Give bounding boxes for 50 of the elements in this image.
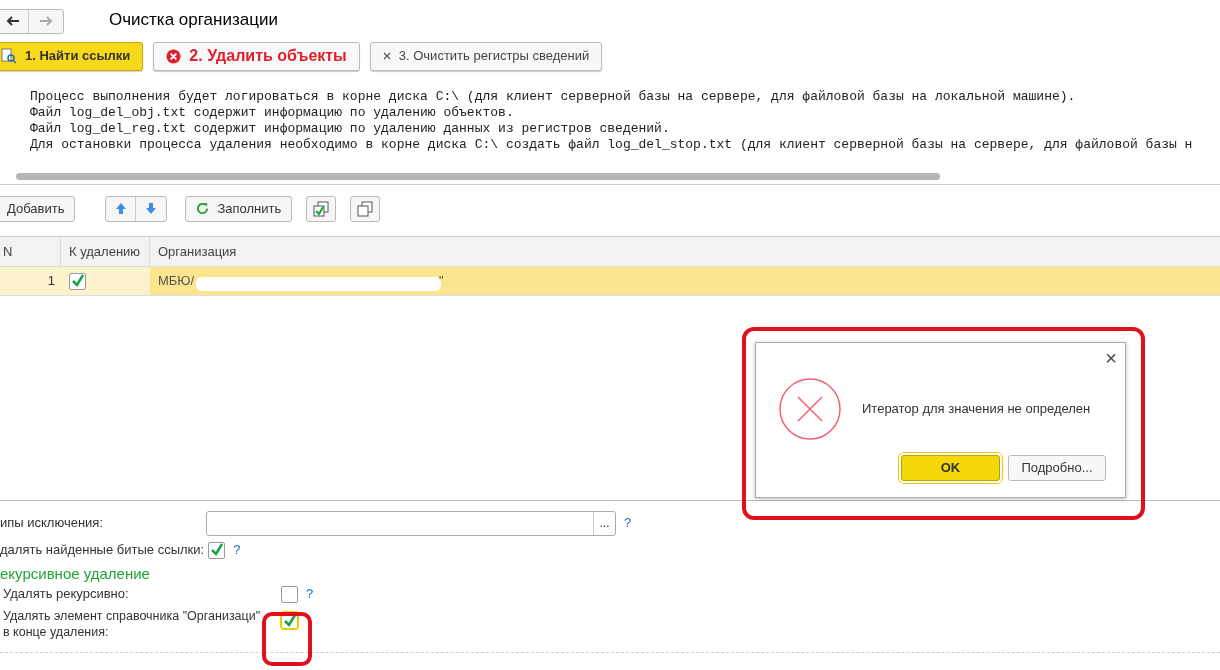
back-arrow-icon [5, 16, 20, 26]
step-button[interactable]: 2. Удалить объекты [153, 41, 360, 71]
checkbox[interactable] [208, 541, 226, 559]
up-arrow-icon [114, 202, 127, 215]
help-link[interactable]: ? [306, 584, 314, 604]
field-label: Удалять элемент справочника "Организаци" [3, 608, 261, 624]
help-link[interactable]: ? [624, 513, 632, 533]
field-label: в конце удаления: [3, 624, 109, 640]
close-icon [382, 52, 391, 60]
field-label: далять найденные битые ссылки: [0, 541, 205, 560]
refresh-icon [196, 202, 210, 215]
table-cell-text: " [439, 272, 444, 291]
column-header[interactable]: К удалению [61, 237, 150, 266]
checkbox[interactable] [281, 585, 298, 603]
window-title: Очистка организации [109, 9, 278, 32]
table-row[interactable]: 1 МБЮ/ " [0, 267, 1220, 296]
check-all-button[interactable] [306, 195, 337, 222]
field-label: Удалять рекурсивно: [3, 585, 130, 604]
check-stack-icon [313, 200, 330, 217]
error-icon [166, 48, 182, 64]
step-button[interactable]: 3. Очистить регистры сведений [369, 41, 603, 71]
checkbox[interactable] [69, 272, 86, 290]
select-button[interactable]: ... [593, 511, 615, 535]
horizontal-scrollbar[interactable] [16, 173, 940, 180]
close-button[interactable]: × [1105, 346, 1117, 370]
forward-arrow-icon [39, 16, 53, 26]
field-label: ипы исключения: [0, 514, 104, 533]
search-list-icon [1, 48, 17, 64]
annotation-frame [262, 612, 312, 666]
log-line: Процесс выполнения будет логироваться в корне диска C:\ (для клиент серверной базы на сервере, для файловой базы на локальной машине). [30, 89, 1076, 105]
help-link[interactable]: ? [233, 540, 241, 560]
error-icon [779, 378, 841, 440]
exclusion-types-field[interactable]: ... [206, 510, 616, 536]
add-button[interactable]: Добавить [0, 195, 76, 222]
table-cell: 1 [0, 267, 61, 295]
log-line: Файл log_del_reg.txt содержит информацию по удалению данных из регистров сведений. [30, 121, 670, 137]
step-button[interactable]: 1. Найти ссылки [0, 41, 144, 71]
dialog-button[interactable]: Подробно... [1008, 455, 1106, 481]
fill-button[interactable]: Заполнить [185, 195, 293, 222]
error-message: Итератор для значения не определен [862, 400, 1091, 419]
column-header[interactable]: Организация [150, 237, 1220, 266]
down-arrow-icon [145, 202, 158, 215]
stack-icon [357, 200, 374, 217]
column-header[interactable]: N [0, 237, 61, 266]
uncheck-all-button[interactable] [350, 195, 381, 222]
log-line: Файл log_del_obj.txt содержит информацию по удалению объектов. [30, 105, 514, 121]
section-title: екурсивное удаление [0, 564, 150, 584]
log-line: Для остановки процесса удаления необходимо в корне диска C:\ создать файл log_del_stop.txt (для клиент серверной базы на сервере, для файловой базы н [30, 137, 1193, 153]
table-cell-text: МБЮ/ [158, 272, 195, 291]
dialog-button[interactable]: OK [901, 455, 1000, 481]
